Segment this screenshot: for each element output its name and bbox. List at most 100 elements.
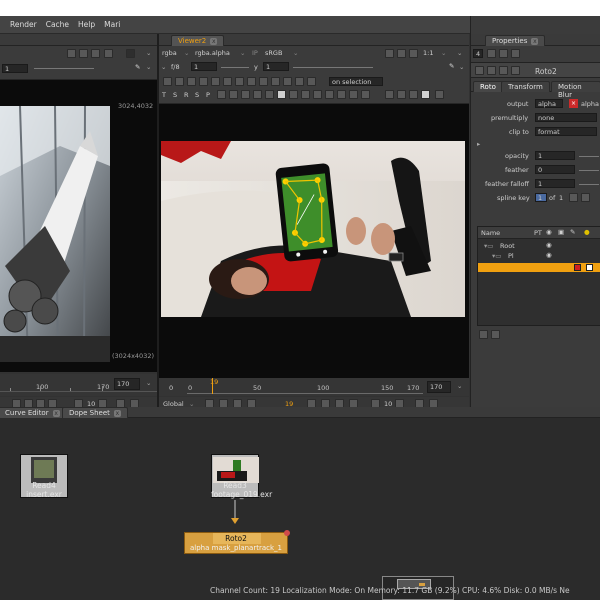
camera-icon[interactable] (499, 66, 508, 75)
node-graph[interactable]: Read4 insert.exr Read3 footage_019.exr R… (0, 418, 600, 600)
fork-icon[interactable] (511, 66, 520, 75)
tab-viewer2[interactable]: Viewer2 x (171, 35, 225, 46)
tab-dope-sheet[interactable]: Dope Sheet x (62, 407, 128, 418)
node-read4[interactable]: Read4 insert.exr (20, 454, 68, 500)
feather-field[interactable]: 0 (535, 165, 575, 174)
list-icon[interactable] (397, 49, 406, 58)
node-name[interactable]: Roto2 (535, 67, 557, 76)
link-icon[interactable] (313, 90, 322, 99)
tab-transform[interactable]: Transform (501, 81, 550, 92)
left-end-frame[interactable]: 170 (114, 378, 140, 390)
prev-key-icon[interactable] (253, 90, 262, 99)
chevron-down-icon[interactable]: ⌄ (457, 49, 462, 57)
pencil-icon[interactable]: ✎ (449, 62, 454, 70)
menu-mari[interactable]: Mari (104, 20, 120, 29)
output-select[interactable]: alpha (535, 99, 563, 108)
float-icon[interactable] (487, 49, 496, 58)
white-swatch[interactable] (586, 264, 593, 271)
remove-key-icon[interactable] (241, 90, 250, 99)
node-roto2[interactable]: Roto2 alpha mask_planartrack_1 (184, 530, 290, 554)
expand-arrow-icon[interactable]: ▸ (477, 140, 480, 148)
menu-icon[interactable] (435, 90, 444, 99)
y-field[interactable]: 1 (263, 62, 289, 71)
panel-icon[interactable] (104, 49, 113, 58)
chevron-down-icon[interactable]: ⌄ (457, 382, 462, 390)
chevron-down-icon[interactable]: ⌄ (146, 49, 151, 57)
colorspace-select[interactable]: sRGB (265, 49, 282, 57)
brush-icon[interactable] (211, 77, 220, 86)
pencil-icon[interactable]: ✎ (135, 63, 140, 71)
on-selection-select[interactable]: on selection (329, 77, 383, 86)
chevron-down-icon[interactable]: ⌄ (441, 49, 446, 57)
shape-icon[interactable] (289, 90, 298, 99)
falloff-slider[interactable] (579, 184, 599, 185)
chevron-down-icon[interactable]: ⌄ (459, 63, 464, 71)
menu-render[interactable]: Render (10, 20, 37, 29)
opacity-slider[interactable] (579, 156, 599, 157)
bbox-icon[interactable] (409, 90, 418, 99)
chevron-down-icon[interactable]: ⌄ (161, 63, 166, 71)
grid-icon[interactable] (409, 49, 418, 58)
mask-input-dot[interactable] (284, 530, 290, 536)
blur-icon[interactable] (307, 77, 316, 86)
motion-icon[interactable] (301, 90, 310, 99)
dodge-icon[interactable] (295, 77, 304, 86)
points-icon[interactable] (361, 90, 370, 99)
tool-s[interactable]: S (173, 91, 177, 99)
close-all-icon[interactable] (499, 49, 508, 58)
keyframe-icon[interactable] (217, 90, 226, 99)
overlay-icon[interactable] (126, 49, 135, 58)
pen-icon[interactable] (223, 77, 232, 86)
alpha-channel-select[interactable]: rgba.alpha (195, 49, 230, 57)
ellipse-icon[interactable] (247, 77, 256, 86)
lock-icon[interactable] (325, 90, 334, 99)
splinekey-field[interactable]: 1 (535, 193, 547, 202)
feather-slider[interactable] (579, 170, 599, 171)
remove-icon[interactable] (491, 330, 500, 339)
premultiply-select[interactable]: none (535, 113, 597, 122)
close-icon[interactable]: x (210, 38, 218, 45)
select-icon[interactable] (175, 77, 184, 86)
prev-spline-key-icon[interactable] (569, 193, 578, 202)
tab-roto[interactable]: Roto (473, 81, 503, 92)
chevron-down-icon[interactable]: ⌄ (240, 49, 245, 57)
tree-row-root[interactable]: ▾▭ Root ◉ (478, 241, 600, 251)
tool-t[interactable]: T (162, 91, 166, 99)
left-timeline[interactable]: 100 170 170 ⌄ (0, 374, 157, 396)
add-icon[interactable] (479, 330, 488, 339)
red-swatch[interactable] (574, 264, 581, 271)
eye-icon[interactable]: ◉ (546, 251, 552, 259)
rect-icon[interactable] (259, 77, 268, 86)
gear-icon[interactable] (511, 49, 520, 58)
roto-tree[interactable]: Name PT ◉ ▣ ✎ ● ▾▭ Root ◉ ▾▭ Pl ◉ (477, 226, 600, 326)
opacity-field[interactable]: 1 (535, 151, 575, 160)
close-icon[interactable]: x (531, 38, 539, 45)
list-icon[interactable] (79, 49, 88, 58)
grid-icon[interactable] (91, 49, 100, 58)
panel-count[interactable]: 4 (473, 49, 483, 58)
clone-icon[interactable] (271, 77, 280, 86)
gamma-slider[interactable] (293, 67, 373, 68)
left-gain-slider[interactable] (34, 68, 94, 69)
wire-icon[interactable] (349, 90, 358, 99)
menu-cache[interactable]: Cache (46, 20, 69, 29)
transform-icon[interactable] (187, 77, 196, 86)
bezier-icon[interactable] (199, 77, 208, 86)
node-read3[interactable]: Read3 footage_019.exr (211, 454, 272, 500)
tool-r[interactable]: R (184, 91, 189, 99)
tree-row-selected[interactable] (478, 263, 600, 272)
left-viewer-canvas[interactable]: 3024,4032 (3024x4032) (0, 80, 157, 372)
chevron-down-icon[interactable]: ⌄ (146, 379, 151, 387)
eye-icon[interactable]: ◉ (546, 241, 552, 249)
viewer2-timeline[interactable]: 0 0 50 100 150 170 19 170 ⌄ (159, 378, 469, 396)
add-key-icon[interactable] (229, 90, 238, 99)
x-mark-icon[interactable]: × (569, 99, 578, 108)
chevron-down-icon[interactable]: ⌄ (146, 63, 151, 71)
menu-help[interactable]: Help (78, 20, 95, 29)
settings-icon[interactable] (163, 77, 172, 86)
clipto-select[interactable]: format (535, 127, 597, 136)
snap-icon[interactable] (385, 90, 394, 99)
next-key-icon[interactable] (265, 90, 274, 99)
tool-p[interactable]: P (206, 91, 210, 99)
tool-s2[interactable]: S (195, 91, 199, 99)
